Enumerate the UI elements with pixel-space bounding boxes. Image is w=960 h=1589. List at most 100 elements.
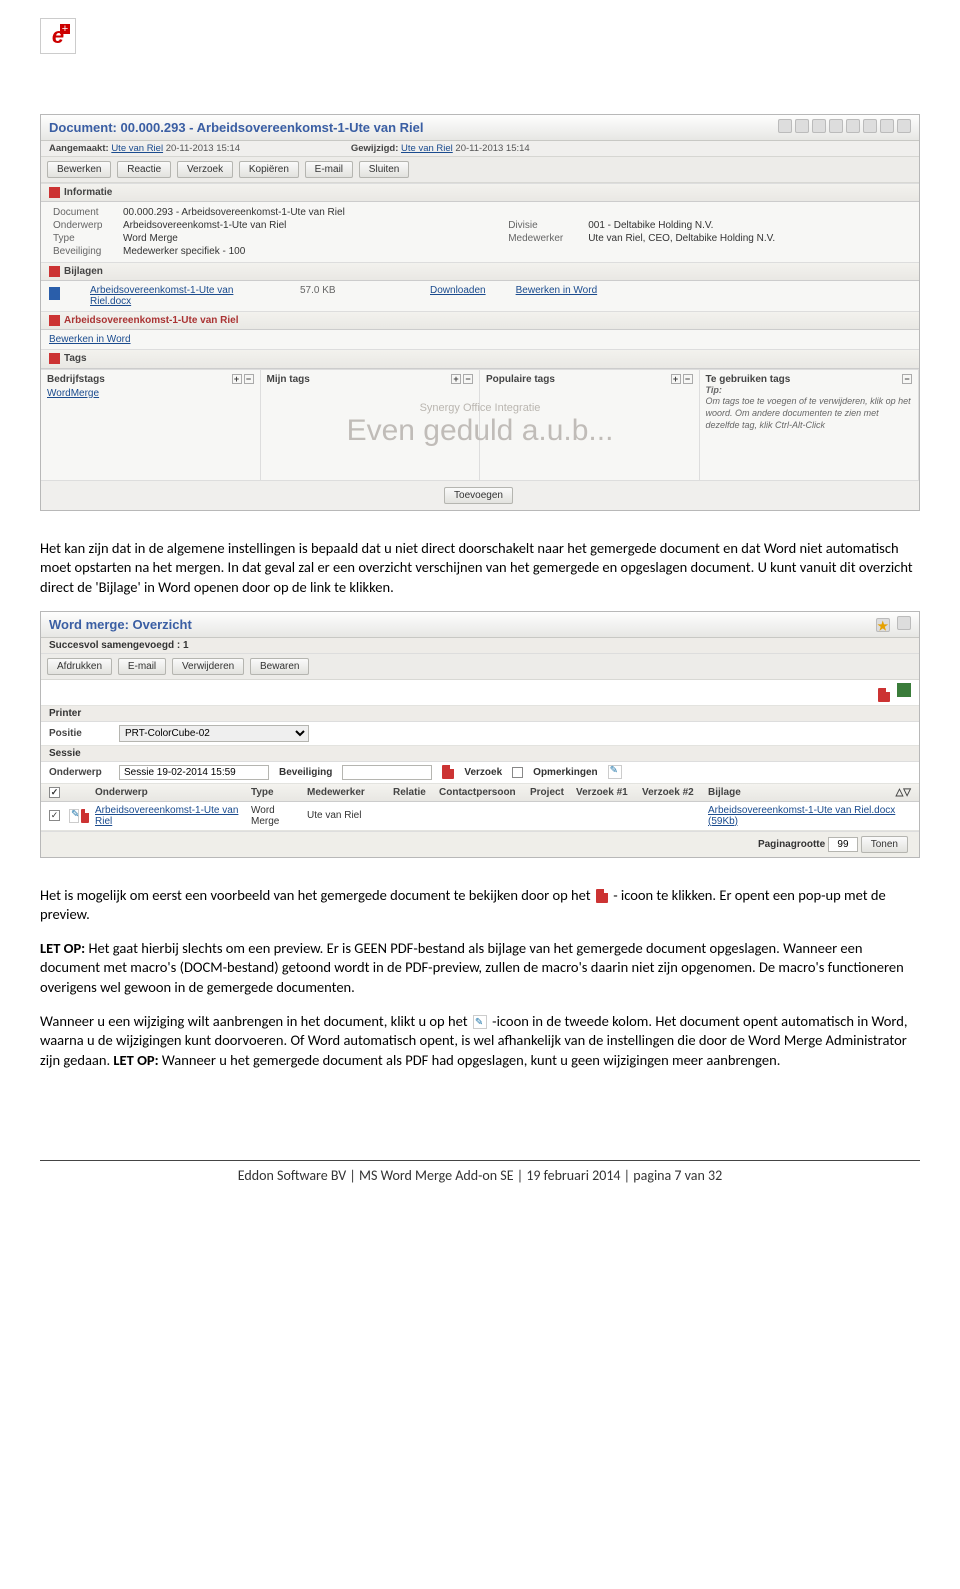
th-verzoek1: Verzoek #1 <box>576 787 636 798</box>
th-onderwerp: Onderwerp <box>95 787 245 798</box>
section-bijlagen: Bijlagen <box>64 266 103 277</box>
label-medewerker: Medewerker <box>504 232 584 245</box>
minus-icon[interactable]: − <box>463 374 473 384</box>
email-button[interactable]: E-mail <box>118 658 166 675</box>
icon-generic[interactable] <box>795 119 809 133</box>
section-informatie: Informatie <box>64 187 112 198</box>
plus-icon[interactable]: + <box>232 374 242 384</box>
plus-icon[interactable]: + <box>671 374 681 384</box>
reactie-button[interactable]: Reactie <box>117 161 171 178</box>
download-link[interactable]: Downloaden <box>430 285 486 296</box>
selectall-checkbox[interactable] <box>49 787 60 798</box>
header-toolbar-icons <box>775 119 911 136</box>
icon-generic[interactable] <box>778 119 792 133</box>
tagcol-bedrijfstags: Bedrijfstags+− WordMerge <box>41 370 261 480</box>
bewerken-in-word-link[interactable]: Bewerken in Word <box>49 334 131 345</box>
sessie-section: Sessie <box>41 746 919 762</box>
kopieren-button[interactable]: Kopiëren <box>239 161 299 178</box>
pager-label: Paginagrootte <box>758 839 825 850</box>
printer-section: Printer <box>41 706 919 722</box>
label-divisie: Divisie <box>504 219 584 232</box>
page-footer: Eddon Software BV | MS Word Merge Add-on… <box>40 1160 920 1184</box>
attachment-size: 57.0 KB <box>300 285 400 296</box>
edit-icon <box>473 1015 487 1029</box>
excel-icon[interactable] <box>897 683 911 697</box>
label-document: Document <box>49 206 119 219</box>
para-3: LET OP: Het gaat hierbij slechts om een … <box>40 939 920 998</box>
aangemaakt-date: 20-11-2013 15:14 <box>166 143 240 154</box>
tag-head-tegebruiken: Te gebruiken tags <box>706 374 791 385</box>
edit-icon[interactable] <box>608 765 622 779</box>
verwijderen-button[interactable]: Verwijderen <box>172 658 244 675</box>
value-onderwerp: Arbeidsovereenkomst-1-Ute van Riel <box>119 219 504 232</box>
word-file-icon <box>49 287 60 300</box>
icon-generic[interactable] <box>897 119 911 133</box>
para-1: Het kan zijn dat in de algemene instelli… <box>40 539 920 598</box>
collapse-icon[interactable] <box>49 187 60 198</box>
icon-generic[interactable] <box>880 119 894 133</box>
sort-icon[interactable]: △▽ <box>896 787 911 798</box>
verzoek-checkbox[interactable] <box>512 767 523 778</box>
screenshot-document: Document: 00.000.293 - Arbeidsovereenkom… <box>40 114 920 511</box>
close-icon[interactable] <box>897 616 911 630</box>
minus-icon[interactable]: − <box>244 374 254 384</box>
tip-head: Tip: <box>706 385 722 395</box>
verzoek-button[interactable]: Verzoek <box>177 161 233 178</box>
icon-generic[interactable] <box>863 119 877 133</box>
para-4: Wanneer u een wijziging wilt aanbrengen … <box>40 1012 920 1071</box>
email-button[interactable]: E-mail <box>305 161 353 178</box>
screenshot-wordmerge-overzicht: Word merge: Overzicht ★ Succesvol sameng… <box>40 611 920 858</box>
plus-icon[interactable]: + <box>451 374 461 384</box>
table-row: Arbeidsovereenkomst-1-Ute van Riel Word … <box>41 802 919 831</box>
logo-plus-icon: + <box>60 24 70 34</box>
edit-icon[interactable] <box>69 809 79 823</box>
value-divisie: 001 - Deltabike Holding N.V. <box>584 219 911 232</box>
minus-icon[interactable]: − <box>902 374 912 384</box>
icon-generic[interactable] <box>829 119 843 133</box>
bewerken-button[interactable]: Bewerken <box>47 161 111 178</box>
beveiliging-input[interactable] <box>342 765 432 780</box>
para-2: Het is mogelijk om eerst een voorbeeld v… <box>40 886 920 925</box>
collapse-icon[interactable] <box>49 266 60 277</box>
value-type: Word Merge <box>119 232 504 245</box>
tag-head-mijntags: Mijn tags <box>267 374 310 385</box>
label-onderwerp: Onderwerp <box>49 219 119 232</box>
star-icon[interactable]: ★ <box>876 618 890 632</box>
tonen-button[interactable]: Tonen <box>861 836 908 853</box>
row-bijlage-link[interactable]: Arbeidsovereenkomst-1-Ute van Riel.docx … <box>708 805 895 827</box>
pager-input[interactable] <box>828 837 858 852</box>
bewaren-button[interactable]: Bewaren <box>250 658 309 675</box>
positie-select[interactable]: PRT-ColorCube-02 <box>119 725 309 742</box>
icon-generic[interactable] <box>846 119 860 133</box>
positie-label: Positie <box>49 728 109 739</box>
wm-title: Word merge: Overzicht <box>49 617 192 632</box>
icon-generic[interactable] <box>812 119 826 133</box>
aangemaakt-user-link[interactable]: Ute van Riel <box>111 143 163 154</box>
attachment-link[interactable]: Arbeidsovereenkomst-1-Ute van Riel.docx <box>90 285 270 307</box>
th-relatie: Relatie <box>393 787 433 798</box>
tagcol-tegebruiken: Te gebruiken tags− Tip:Om tags toe te vo… <box>700 370 920 480</box>
logo: e + <box>40 18 76 54</box>
collapse-icon[interactable] <box>49 353 60 364</box>
row-checkbox[interactable] <box>49 810 60 821</box>
pdf-icon[interactable] <box>81 809 89 823</box>
collapse-icon[interactable] <box>49 315 60 326</box>
section-doc-title: Arbeidsovereenkomst-1-Ute van Riel <box>64 315 239 326</box>
tag-wordmerge[interactable]: WordMerge <box>47 388 254 399</box>
pdf-icon[interactable] <box>878 688 890 702</box>
label-type: Type <box>49 232 119 245</box>
pdf-icon[interactable] <box>442 765 454 779</box>
toevoegen-button[interactable]: Toevoegen <box>444 487 513 504</box>
minus-icon[interactable]: − <box>683 374 693 384</box>
gewijzigd-date: 20-11-2013 15:14 <box>455 143 529 154</box>
verzoek-label: Verzoek <box>464 767 502 778</box>
th-contactpersoon: Contactpersoon <box>439 787 524 798</box>
gewijzigd-user-link[interactable]: Ute van Riel <box>401 143 453 154</box>
afdrukken-button[interactable]: Afdrukken <box>47 658 112 675</box>
th-medewerker: Medewerker <box>307 787 387 798</box>
bewerken-word-link[interactable]: Bewerken in Word <box>516 285 598 296</box>
row-onderwerp-link[interactable]: Arbeidsovereenkomst-1-Ute van Riel <box>95 805 238 827</box>
success-message: Succesvol samengevoegd : 1 <box>41 638 919 654</box>
onderwerp-input[interactable] <box>119 765 269 780</box>
sluiten-button[interactable]: Sluiten <box>359 161 410 178</box>
